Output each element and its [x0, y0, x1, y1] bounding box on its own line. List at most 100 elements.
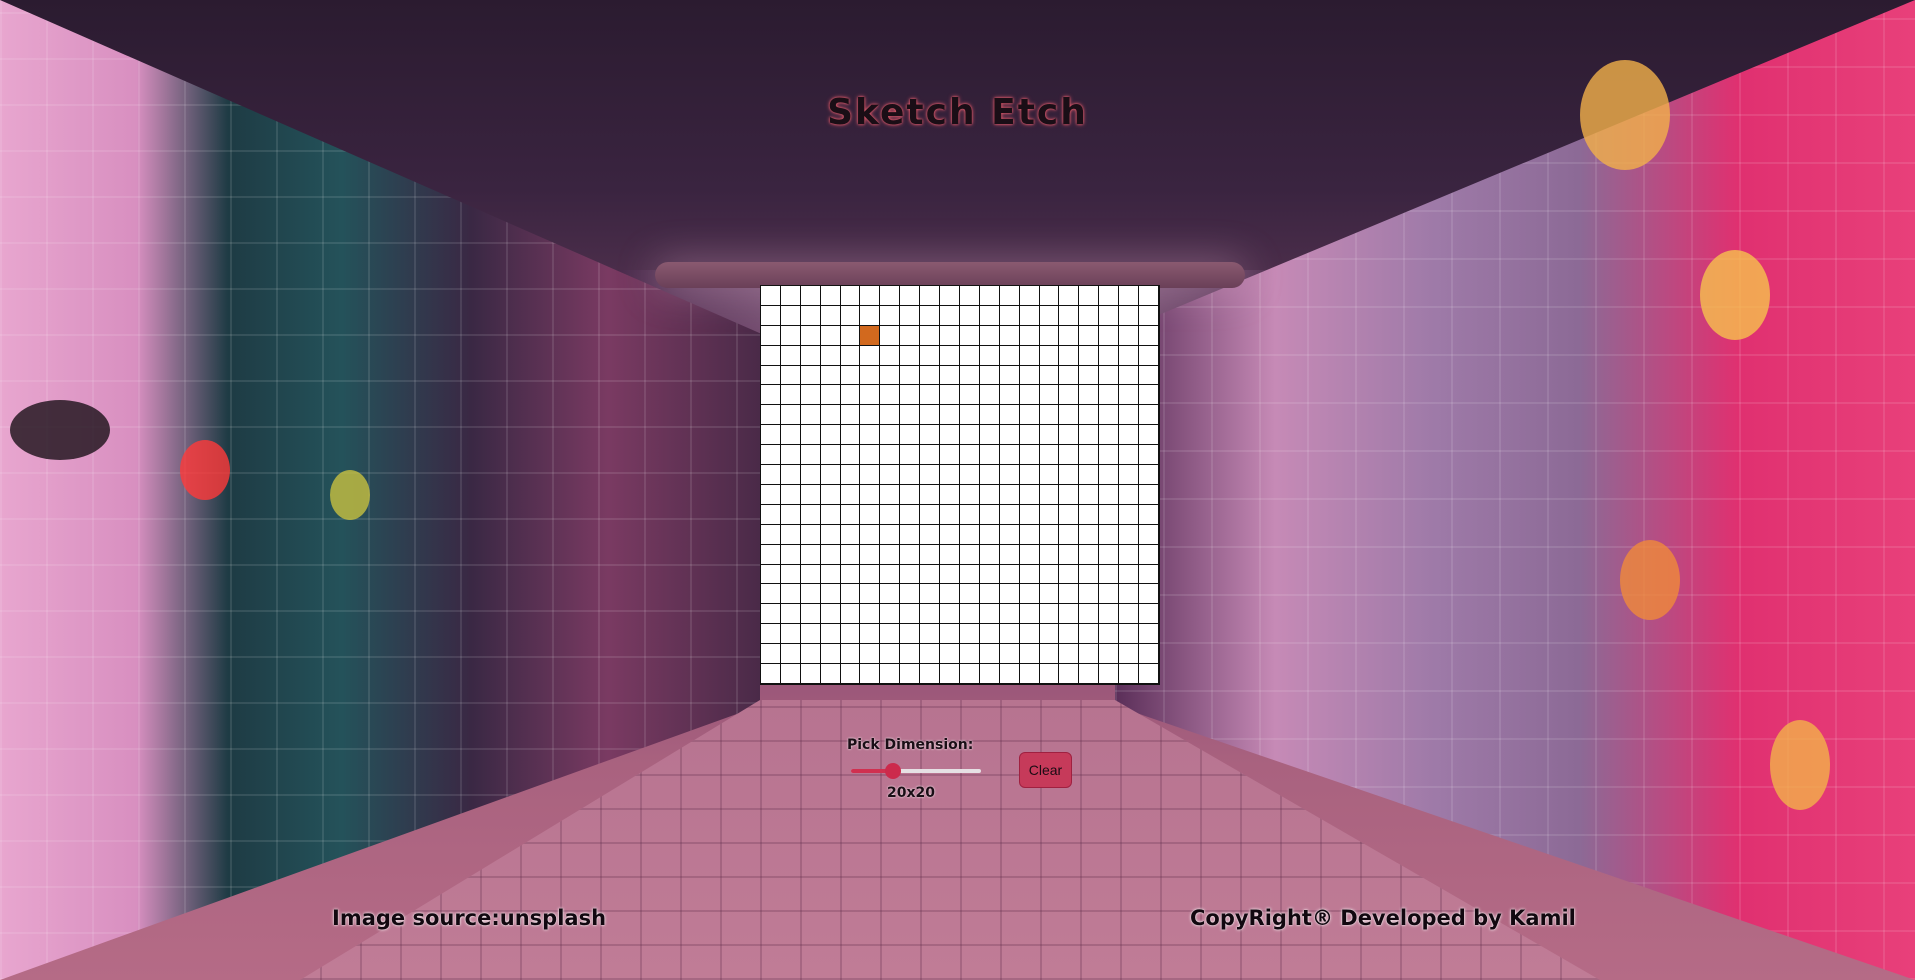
grid-cell[interactable]	[880, 425, 901, 446]
grid-cell[interactable]	[1019, 664, 1040, 684]
grid-cell[interactable]	[820, 524, 841, 545]
grid-cell[interactable]	[1139, 385, 1159, 406]
grid-cell[interactable]	[1139, 405, 1159, 426]
grid-cell[interactable]	[1099, 425, 1120, 446]
grid-cell[interactable]	[1059, 325, 1080, 346]
grid-cell[interactable]	[999, 425, 1020, 446]
grid-cell[interactable]	[900, 425, 921, 446]
grid-cell[interactable]	[800, 524, 821, 545]
grid-cell[interactable]	[820, 544, 841, 565]
grid-cell[interactable]	[1079, 604, 1100, 625]
grid-cell[interactable]	[999, 305, 1020, 326]
grid-cell[interactable]	[900, 524, 921, 545]
grid-cell[interactable]	[880, 664, 901, 684]
grid-cell[interactable]	[1099, 484, 1120, 505]
grid-cell[interactable]	[959, 465, 980, 485]
grid-cell[interactable]	[1119, 564, 1140, 585]
grid-cell[interactable]	[761, 504, 781, 525]
grid-cell[interactable]	[860, 604, 881, 625]
grid-cell[interactable]	[940, 484, 960, 505]
grid-cell[interactable]	[979, 664, 1000, 684]
grid-cell[interactable]	[979, 524, 1000, 545]
grid-cell[interactable]	[1079, 305, 1100, 326]
grid-cell[interactable]	[999, 604, 1020, 625]
grid-cell[interactable]	[920, 664, 941, 684]
grid-cell[interactable]	[900, 644, 921, 665]
grid-cell[interactable]	[900, 544, 921, 565]
grid-cell[interactable]	[761, 286, 781, 306]
grid-cell[interactable]	[1019, 544, 1040, 565]
grid-cell[interactable]	[920, 564, 941, 585]
grid-cell[interactable]	[959, 544, 980, 565]
grid-cell[interactable]	[761, 425, 781, 446]
grid-cell[interactable]	[1059, 524, 1080, 545]
grid-cell[interactable]	[800, 305, 821, 326]
grid-cell[interactable]	[1139, 305, 1159, 326]
grid-cell[interactable]	[761, 465, 781, 485]
grid-cell[interactable]	[1019, 584, 1040, 605]
grid-cell[interactable]	[940, 664, 960, 684]
grid-cell[interactable]	[1079, 624, 1100, 645]
grid-cell[interactable]	[1079, 564, 1100, 585]
grid-cell[interactable]	[979, 544, 1000, 565]
grid-cell[interactable]	[1119, 504, 1140, 525]
grid-cell[interactable]	[920, 604, 941, 625]
grid-cell[interactable]	[900, 305, 921, 326]
grid-cell[interactable]	[920, 644, 941, 665]
grid-cell[interactable]	[880, 504, 901, 525]
grid-cell[interactable]	[860, 305, 881, 326]
grid-cell[interactable]	[860, 345, 881, 366]
grid-cell[interactable]	[959, 405, 980, 426]
grid-cell[interactable]	[1079, 425, 1100, 446]
grid-cell[interactable]	[860, 644, 881, 665]
grid-cell[interactable]	[780, 305, 801, 326]
grid-cell[interactable]	[900, 664, 921, 684]
grid-cell[interactable]	[820, 465, 841, 485]
grid-cell[interactable]	[860, 385, 881, 406]
grid-cell[interactable]	[1019, 644, 1040, 665]
grid-cell[interactable]	[1019, 624, 1040, 645]
grid-cell[interactable]	[840, 624, 861, 645]
grid-cell[interactable]	[1139, 644, 1159, 665]
grid-cell[interactable]	[820, 664, 841, 684]
grid-cell[interactable]	[920, 325, 941, 346]
grid-cell[interactable]	[959, 484, 980, 505]
grid-cell[interactable]	[940, 325, 960, 346]
grid-cell[interactable]	[1039, 445, 1060, 466]
grid-cell[interactable]	[840, 305, 861, 326]
grid-cell[interactable]	[761, 604, 781, 625]
grid-cell[interactable]	[1039, 584, 1060, 605]
grid-cell[interactable]	[1079, 504, 1100, 525]
grid-cell[interactable]	[1139, 445, 1159, 466]
grid-cell[interactable]	[761, 345, 781, 366]
grid-cell[interactable]	[979, 624, 1000, 645]
grid-cell[interactable]	[1099, 664, 1120, 684]
grid-cell[interactable]	[1039, 524, 1060, 545]
grid-cell[interactable]	[959, 524, 980, 545]
grid-cell[interactable]	[800, 544, 821, 565]
grid-cell[interactable]	[1079, 325, 1100, 346]
grid-cell[interactable]	[940, 624, 960, 645]
grid-cell[interactable]	[800, 604, 821, 625]
grid-cell[interactable]	[920, 445, 941, 466]
grid-cell[interactable]	[900, 325, 921, 346]
grid-cell[interactable]	[979, 504, 1000, 525]
grid-cell[interactable]	[1119, 484, 1140, 505]
grid-cell[interactable]	[761, 564, 781, 585]
grid-cell[interactable]	[999, 484, 1020, 505]
grid-cell[interactable]	[860, 405, 881, 426]
grid-cell[interactable]	[1099, 584, 1120, 605]
grid-cell[interactable]	[820, 425, 841, 446]
grid-cell[interactable]	[959, 504, 980, 525]
grid-cell[interactable]	[820, 504, 841, 525]
grid-cell[interactable]	[800, 624, 821, 645]
grid-cell[interactable]	[840, 524, 861, 545]
grid-cell[interactable]	[1039, 385, 1060, 406]
grid-cell[interactable]	[820, 405, 841, 426]
grid-cell[interactable]	[900, 445, 921, 466]
grid-cell[interactable]	[1059, 425, 1080, 446]
grid-cell[interactable]	[979, 286, 1000, 306]
grid-cell[interactable]	[1079, 385, 1100, 406]
grid-cell[interactable]	[1039, 345, 1060, 366]
grid-cell[interactable]	[999, 544, 1020, 565]
